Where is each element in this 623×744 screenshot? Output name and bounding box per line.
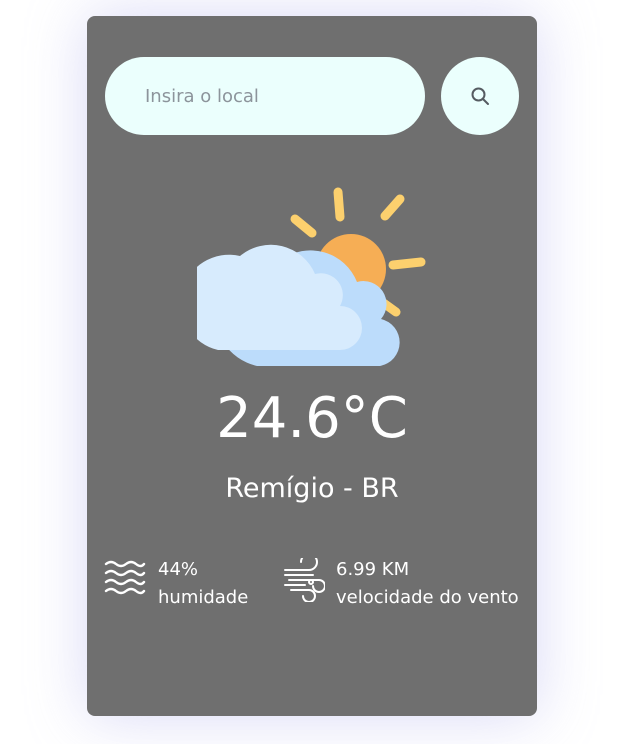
partly-cloudy-day-icon [197,187,426,366]
wind-stat: 6.99 KM velocidade do vento [283,556,533,616]
location-name: Remígio - BR [225,473,399,504]
temperature: 24.6°C [216,386,408,451]
humidity-label: humidade [158,587,249,608]
humidity-value: 44% [158,559,199,580]
wind-speed-label: velocidade do vento [336,587,519,608]
wind-speed-value: 6.99 KM [336,559,410,580]
search-input[interactable] [105,57,425,135]
wind-icon [284,558,325,602]
search-button[interactable] [441,57,519,135]
humidity-stat: 44% humidade [104,556,284,616]
waves-icon [104,560,146,595]
search-icon [471,87,489,105]
weather-card: 24.6°C Remígio - BR 44% humidade [87,16,537,716]
